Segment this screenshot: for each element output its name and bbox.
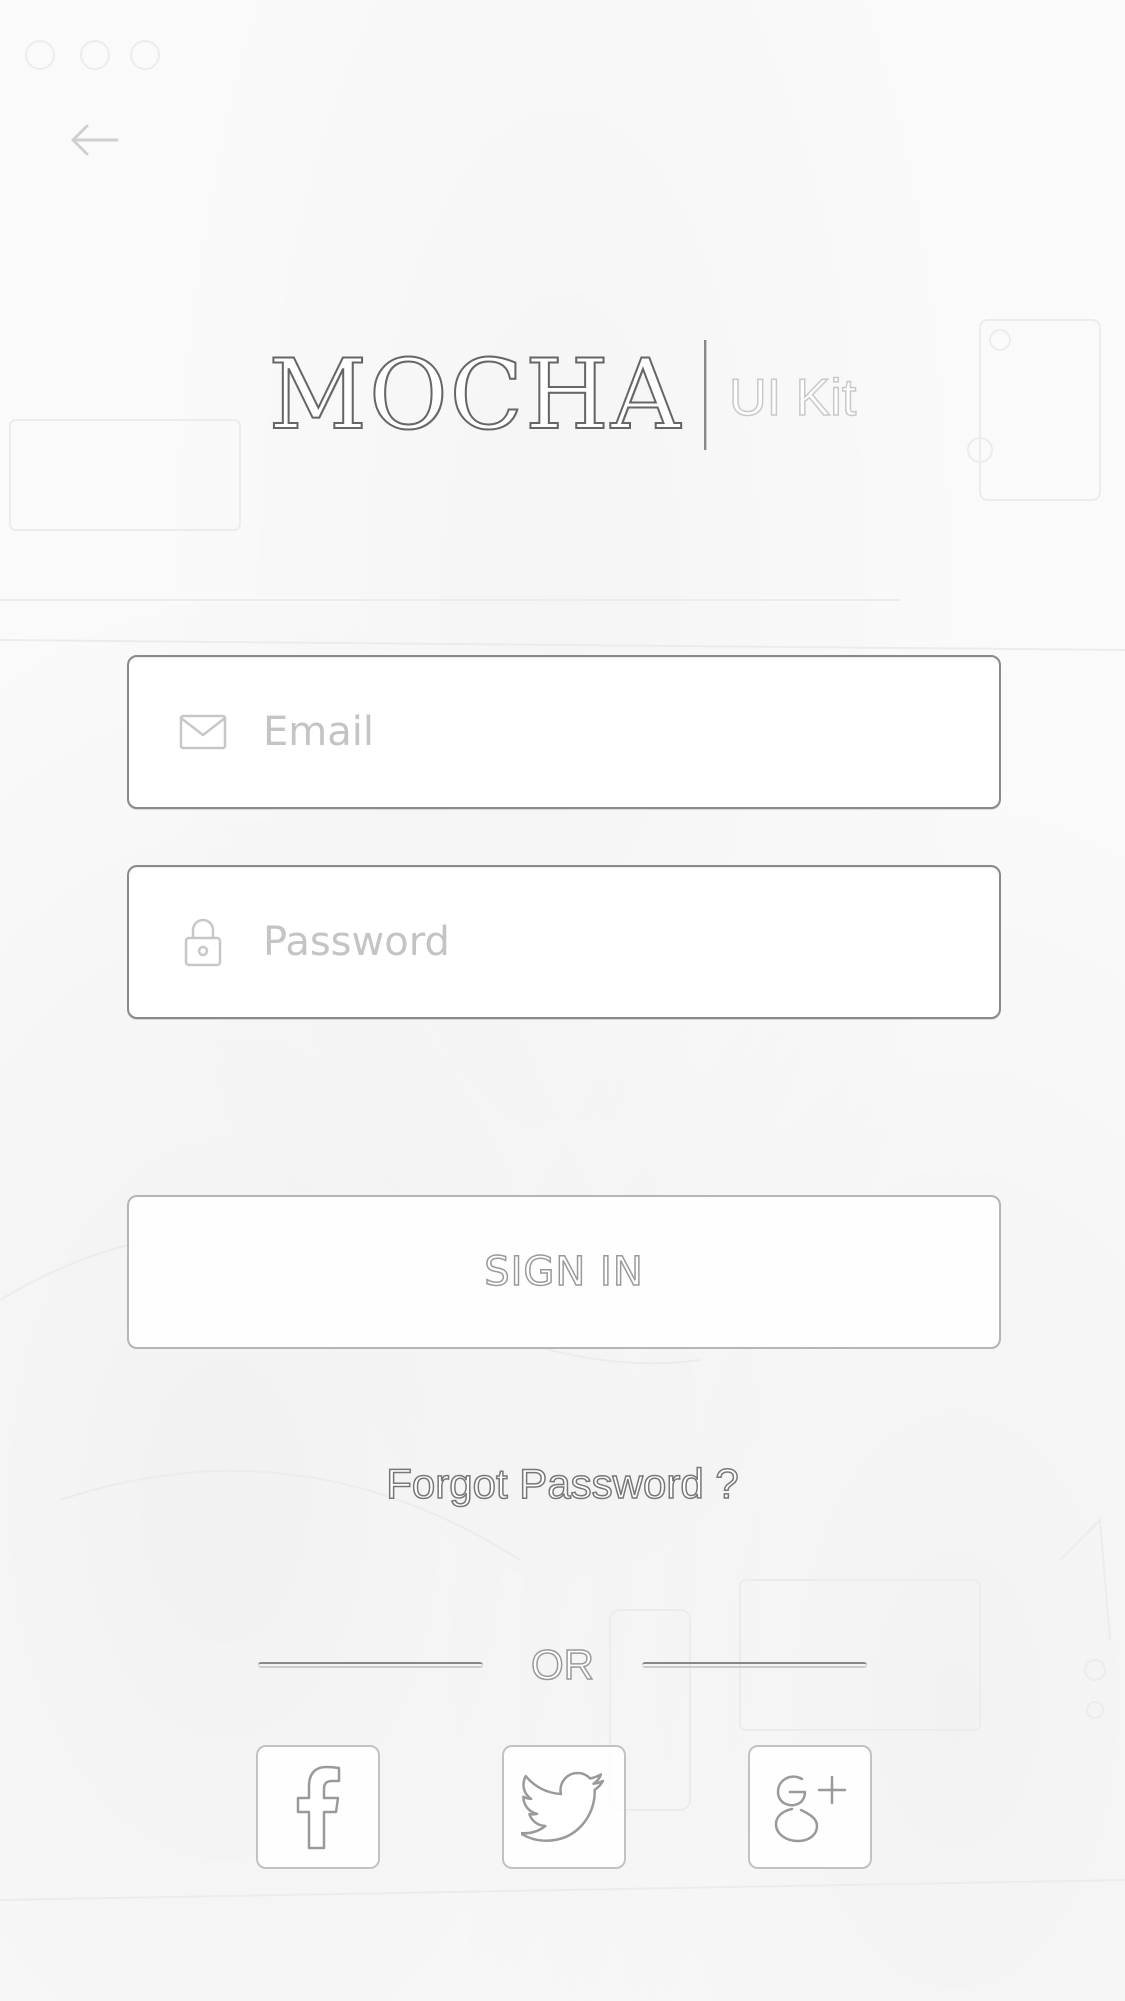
logo-subtitle: UI Kit (728, 368, 857, 428)
google-plus-icon (774, 1775, 847, 1843)
logo-divider (704, 340, 708, 450)
twitter-login-button[interactable] (502, 1745, 626, 1869)
google-plus-login-button[interactable] (748, 1745, 872, 1869)
sign-in-label: SIGN IN (483, 1248, 644, 1296)
facebook-icon (296, 1765, 341, 1850)
login-screen: MOCHA UI Kit SIGN (0, 0, 1125, 2001)
app-logo: MOCHA UI Kit (0, 335, 1125, 455)
password-input[interactable] (263, 867, 999, 1017)
email-field[interactable] (127, 655, 1001, 809)
email-input[interactable] (263, 657, 999, 807)
divider-line-left (258, 1662, 483, 1668)
envelope-icon (173, 702, 233, 762)
divider-line-right (642, 1662, 867, 1668)
logo-brand: MOCHA (268, 338, 683, 452)
or-divider: OR (0, 1640, 1125, 1690)
password-field[interactable] (127, 865, 1001, 1019)
sign-in-button[interactable]: SIGN IN (127, 1195, 1001, 1349)
forgot-password-link[interactable]: Forgot Password ? (0, 1459, 1125, 1508)
or-label: OR (530, 1640, 595, 1689)
facebook-login-button[interactable] (256, 1745, 380, 1869)
back-button[interactable] (55, 105, 135, 175)
twitter-icon (521, 1771, 605, 1842)
padlock-icon (173, 912, 233, 972)
back-arrow-icon (71, 124, 119, 156)
